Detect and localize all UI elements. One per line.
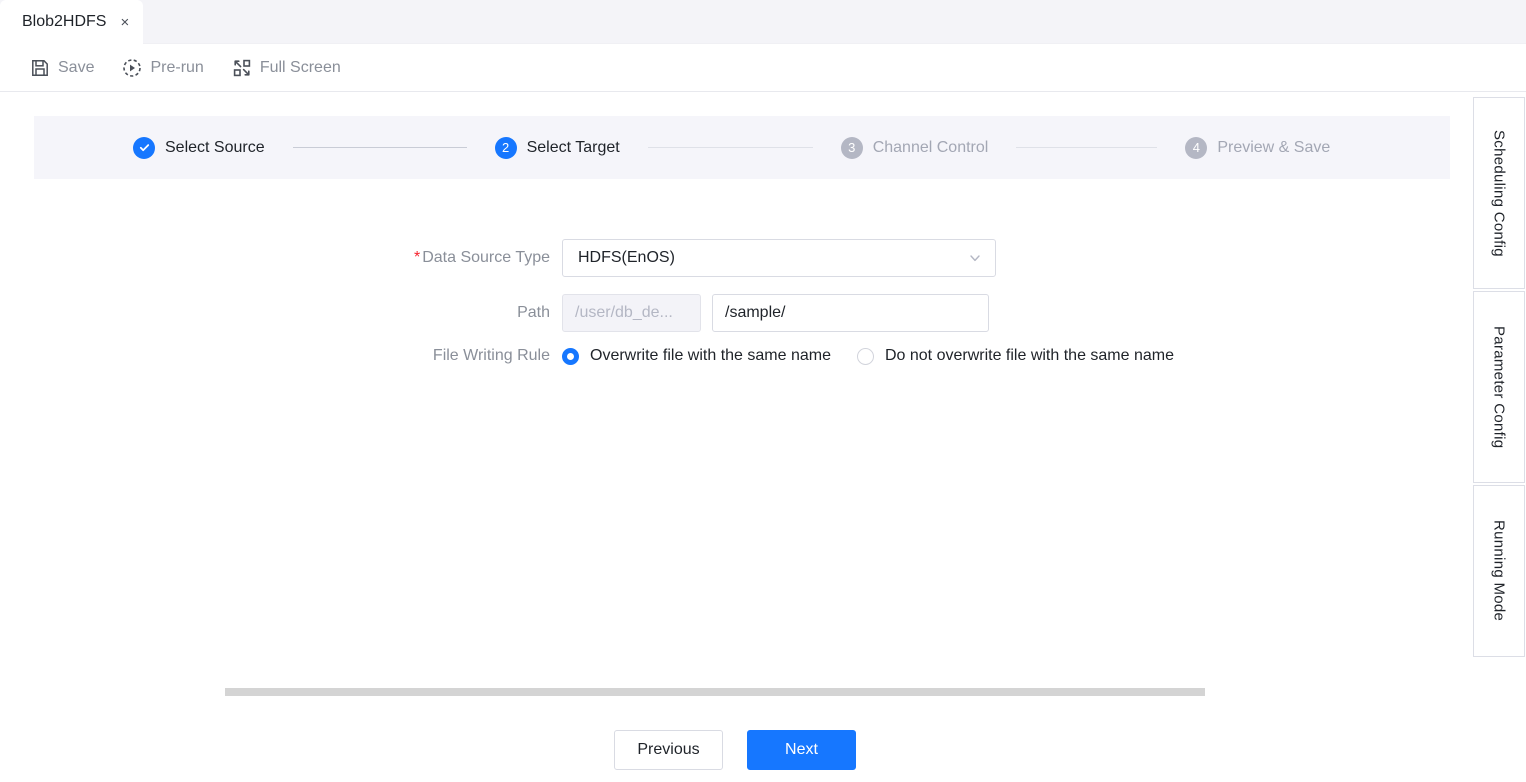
full-screen-button[interactable]: Full Screen	[232, 58, 341, 78]
data-source-type-value: HDFS(EnOS)	[578, 249, 675, 266]
tab-strip: Blob2HDFS ×	[0, 0, 1526, 44]
wizard-footer: Previous Next	[0, 730, 1470, 770]
previous-button[interactable]: Previous	[614, 730, 723, 770]
required-asterisk: *	[413, 249, 421, 266]
form-row-path: Path /user/db_de...	[0, 294, 989, 332]
step-connector-3	[1016, 147, 1158, 148]
step-2-badge: 2	[494, 136, 517, 159]
radio-overwrite-indicator	[562, 347, 579, 365]
pre-run-button-label: Pre-run	[150, 58, 204, 76]
radio-do-not-overwrite-indicator	[856, 347, 874, 365]
path-input[interactable]	[712, 294, 989, 332]
wizard-stepper: Select Source 2 Select Target 3 Channel …	[34, 116, 1450, 179]
step-3-badge: 3	[840, 136, 863, 159]
step-1-label: Select Source	[165, 138, 265, 156]
file-writing-rule-radio-group: Overwrite file with the same name Do not…	[562, 347, 1174, 365]
side-tab-parameter-config-label: Parameter Config	[1490, 325, 1508, 449]
radio-do-not-overwrite-label: Do not overwrite file with the same name	[884, 347, 1174, 364]
close-icon[interactable]: ×	[120, 15, 129, 30]
path-prefix-field: /user/db_de...	[562, 294, 701, 332]
full-screen-icon	[232, 58, 252, 78]
step-connector-2	[647, 147, 813, 148]
full-screen-button-label: Full Screen	[259, 58, 341, 76]
step-1-badge	[133, 136, 155, 159]
side-panel-tabs: Scheduling Config Parameter Config Runni…	[1473, 97, 1525, 657]
step-connector-1	[292, 147, 467, 148]
step-preview-save[interactable]: 4 Preview & Save	[1185, 136, 1331, 159]
side-tab-running-mode-label: Running Mode	[1490, 520, 1508, 622]
step-4-label: Preview & Save	[1217, 138, 1331, 156]
data-source-type-select[interactable]: HDFS(EnOS)	[562, 239, 996, 277]
step-3-label: Channel Control	[872, 138, 989, 156]
radio-overwrite[interactable]: Overwrite file with the same name	[562, 347, 831, 365]
chevron-down-icon	[968, 251, 982, 265]
radio-do-not-overwrite[interactable]: Do not overwrite file with the same name	[856, 347, 1174, 365]
side-tab-parameter-config[interactable]: Parameter Config	[1473, 291, 1525, 483]
step-2-label: Select Target	[526, 138, 620, 156]
save-button-label: Save	[58, 58, 95, 76]
save-icon	[30, 58, 50, 78]
path-label: Path	[517, 304, 550, 321]
document-tab-blob2hdfs[interactable]: Blob2HDFS ×	[0, 0, 144, 44]
toolbar: Save Pre-run Full Screen	[0, 44, 1526, 92]
document-tab-label: Blob2HDFS	[22, 13, 107, 30]
step-4-badge: 4	[1185, 136, 1208, 159]
form-row-file-writing-rule: File Writing Rule Overwrite file with th…	[0, 347, 1174, 365]
pre-run-icon	[122, 58, 142, 78]
side-tab-scheduling-config-label: Scheduling Config	[1490, 129, 1508, 257]
side-tab-scheduling-config[interactable]: Scheduling Config	[1473, 97, 1525, 289]
file-writing-rule-label: File Writing Rule	[432, 347, 550, 364]
radio-overwrite-label: Overwrite file with the same name	[590, 347, 831, 364]
step-select-target[interactable]: 2 Select Target	[494, 136, 620, 159]
step-channel-control[interactable]: 3 Channel Control	[840, 136, 989, 159]
pre-run-button[interactable]: Pre-run	[122, 58, 204, 78]
save-button[interactable]: Save	[30, 58, 94, 78]
data-source-type-label-text: Data Source Type	[422, 249, 550, 266]
form-row-data-source-type: * Data Source Type HDFS(EnOS)	[0, 239, 996, 277]
data-source-type-label: * Data Source Type	[0, 249, 562, 267]
next-button[interactable]: Next	[747, 730, 856, 770]
side-tab-running-mode[interactable]: Running Mode	[1473, 485, 1525, 657]
step-select-source[interactable]: Select Source	[133, 136, 265, 159]
horizontal-scrollbar[interactable]	[225, 688, 1205, 696]
